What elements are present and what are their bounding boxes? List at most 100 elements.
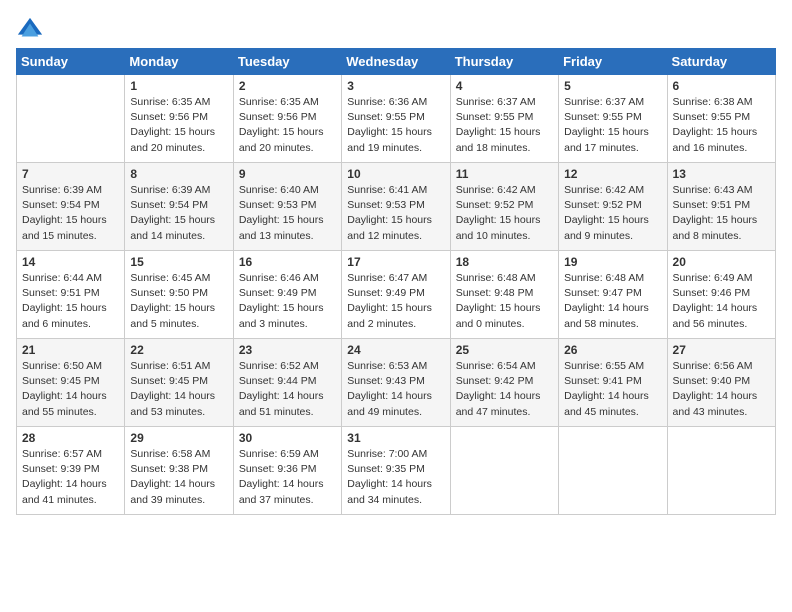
day-info: Sunrise: 7:00 AM Sunset: 9:35 PM Dayligh…	[347, 447, 444, 508]
daylight-text: Daylight: 14 hours and 58 minutes.	[564, 302, 649, 329]
day-number: 6	[673, 79, 770, 93]
sunrise-text: Sunrise: 6:49 AM	[673, 272, 753, 284]
day-number: 27	[673, 343, 770, 357]
sunrise-text: Sunrise: 6:46 AM	[239, 272, 319, 284]
day-info: Sunrise: 6:56 AM Sunset: 9:40 PM Dayligh…	[673, 359, 770, 420]
day-number: 23	[239, 343, 336, 357]
sunset-text: Sunset: 9:49 PM	[347, 287, 425, 299]
day-info: Sunrise: 6:38 AM Sunset: 9:55 PM Dayligh…	[673, 95, 770, 156]
sunrise-text: Sunrise: 6:42 AM	[456, 184, 536, 196]
day-info: Sunrise: 6:41 AM Sunset: 9:53 PM Dayligh…	[347, 183, 444, 244]
day-number: 7	[22, 167, 119, 181]
calendar-cell: 25 Sunrise: 6:54 AM Sunset: 9:42 PM Dayl…	[450, 339, 558, 427]
weekday-header-wednesday: Wednesday	[342, 49, 450, 75]
sunset-text: Sunset: 9:54 PM	[22, 199, 100, 211]
calendar-cell: 17 Sunrise: 6:47 AM Sunset: 9:49 PM Dayl…	[342, 251, 450, 339]
sunrise-text: Sunrise: 6:51 AM	[130, 360, 210, 372]
day-info: Sunrise: 6:55 AM Sunset: 9:41 PM Dayligh…	[564, 359, 661, 420]
sunrise-text: Sunrise: 7:00 AM	[347, 448, 427, 460]
sunrise-text: Sunrise: 6:37 AM	[456, 96, 536, 108]
sunrise-text: Sunrise: 6:35 AM	[239, 96, 319, 108]
calendar-cell: 31 Sunrise: 7:00 AM Sunset: 9:35 PM Dayl…	[342, 427, 450, 515]
day-number: 8	[130, 167, 227, 181]
day-number: 28	[22, 431, 119, 445]
sunset-text: Sunset: 9:55 PM	[673, 111, 751, 123]
day-info: Sunrise: 6:35 AM Sunset: 9:56 PM Dayligh…	[130, 95, 227, 156]
sunrise-text: Sunrise: 6:48 AM	[456, 272, 536, 284]
weekday-header-thursday: Thursday	[450, 49, 558, 75]
sunrise-text: Sunrise: 6:52 AM	[239, 360, 319, 372]
day-info: Sunrise: 6:49 AM Sunset: 9:46 PM Dayligh…	[673, 271, 770, 332]
sunrise-text: Sunrise: 6:39 AM	[22, 184, 102, 196]
sunrise-text: Sunrise: 6:48 AM	[564, 272, 644, 284]
sunset-text: Sunset: 9:36 PM	[239, 463, 317, 475]
logo-icon	[16, 16, 44, 44]
daylight-text: Daylight: 15 hours and 9 minutes.	[564, 214, 649, 241]
day-info: Sunrise: 6:40 AM Sunset: 9:53 PM Dayligh…	[239, 183, 336, 244]
sunset-text: Sunset: 9:50 PM	[130, 287, 208, 299]
day-number: 1	[130, 79, 227, 93]
calendar-cell: 29 Sunrise: 6:58 AM Sunset: 9:38 PM Dayl…	[125, 427, 233, 515]
day-number: 19	[564, 255, 661, 269]
weekday-header-tuesday: Tuesday	[233, 49, 341, 75]
sunrise-text: Sunrise: 6:43 AM	[673, 184, 753, 196]
day-info: Sunrise: 6:48 AM Sunset: 9:47 PM Dayligh…	[564, 271, 661, 332]
sunrise-text: Sunrise: 6:41 AM	[347, 184, 427, 196]
day-info: Sunrise: 6:48 AM Sunset: 9:48 PM Dayligh…	[456, 271, 553, 332]
day-number: 15	[130, 255, 227, 269]
day-info: Sunrise: 6:37 AM Sunset: 9:55 PM Dayligh…	[564, 95, 661, 156]
day-info: Sunrise: 6:59 AM Sunset: 9:36 PM Dayligh…	[239, 447, 336, 508]
calendar-cell: 6 Sunrise: 6:38 AM Sunset: 9:55 PM Dayli…	[667, 75, 775, 163]
daylight-text: Daylight: 14 hours and 47 minutes.	[456, 390, 541, 417]
day-info: Sunrise: 6:54 AM Sunset: 9:42 PM Dayligh…	[456, 359, 553, 420]
weekday-header-sunday: Sunday	[17, 49, 125, 75]
calendar-cell: 23 Sunrise: 6:52 AM Sunset: 9:44 PM Dayl…	[233, 339, 341, 427]
daylight-text: Daylight: 15 hours and 5 minutes.	[130, 302, 215, 329]
daylight-text: Daylight: 15 hours and 2 minutes.	[347, 302, 432, 329]
daylight-text: Daylight: 15 hours and 8 minutes.	[673, 214, 758, 241]
sunset-text: Sunset: 9:46 PM	[673, 287, 751, 299]
sunset-text: Sunset: 9:39 PM	[22, 463, 100, 475]
calendar-cell: 8 Sunrise: 6:39 AM Sunset: 9:54 PM Dayli…	[125, 163, 233, 251]
sunrise-text: Sunrise: 6:45 AM	[130, 272, 210, 284]
day-info: Sunrise: 6:51 AM Sunset: 9:45 PM Dayligh…	[130, 359, 227, 420]
calendar-cell: 15 Sunrise: 6:45 AM Sunset: 9:50 PM Dayl…	[125, 251, 233, 339]
sunset-text: Sunset: 9:55 PM	[564, 111, 642, 123]
daylight-text: Daylight: 14 hours and 45 minutes.	[564, 390, 649, 417]
day-info: Sunrise: 6:35 AM Sunset: 9:56 PM Dayligh…	[239, 95, 336, 156]
daylight-text: Daylight: 14 hours and 55 minutes.	[22, 390, 107, 417]
day-number: 17	[347, 255, 444, 269]
sunset-text: Sunset: 9:43 PM	[347, 375, 425, 387]
sunset-text: Sunset: 9:53 PM	[347, 199, 425, 211]
day-number: 4	[456, 79, 553, 93]
weekday-header-friday: Friday	[559, 49, 667, 75]
day-info: Sunrise: 6:47 AM Sunset: 9:49 PM Dayligh…	[347, 271, 444, 332]
logo	[16, 16, 48, 44]
daylight-text: Daylight: 15 hours and 17 minutes.	[564, 126, 649, 153]
day-number: 13	[673, 167, 770, 181]
day-info: Sunrise: 6:57 AM Sunset: 9:39 PM Dayligh…	[22, 447, 119, 508]
daylight-text: Daylight: 15 hours and 13 minutes.	[239, 214, 324, 241]
daylight-text: Daylight: 14 hours and 51 minutes.	[239, 390, 324, 417]
daylight-text: Daylight: 14 hours and 49 minutes.	[347, 390, 432, 417]
sunset-text: Sunset: 9:55 PM	[456, 111, 534, 123]
day-info: Sunrise: 6:52 AM Sunset: 9:44 PM Dayligh…	[239, 359, 336, 420]
day-info: Sunrise: 6:44 AM Sunset: 9:51 PM Dayligh…	[22, 271, 119, 332]
day-number: 12	[564, 167, 661, 181]
day-info: Sunrise: 6:53 AM Sunset: 9:43 PM Dayligh…	[347, 359, 444, 420]
day-number: 20	[673, 255, 770, 269]
daylight-text: Daylight: 15 hours and 6 minutes.	[22, 302, 107, 329]
sunset-text: Sunset: 9:54 PM	[130, 199, 208, 211]
calendar-cell: 27 Sunrise: 6:56 AM Sunset: 9:40 PM Dayl…	[667, 339, 775, 427]
sunset-text: Sunset: 9:52 PM	[564, 199, 642, 211]
daylight-text: Daylight: 15 hours and 14 minutes.	[130, 214, 215, 241]
sunset-text: Sunset: 9:56 PM	[239, 111, 317, 123]
day-info: Sunrise: 6:39 AM Sunset: 9:54 PM Dayligh…	[22, 183, 119, 244]
calendar-cell: 5 Sunrise: 6:37 AM Sunset: 9:55 PM Dayli…	[559, 75, 667, 163]
daylight-text: Daylight: 15 hours and 16 minutes.	[673, 126, 758, 153]
calendar-cell	[559, 427, 667, 515]
sunset-text: Sunset: 9:56 PM	[130, 111, 208, 123]
sunrise-text: Sunrise: 6:40 AM	[239, 184, 319, 196]
weekday-header-row: SundayMondayTuesdayWednesdayThursdayFrid…	[17, 49, 776, 75]
sunrise-text: Sunrise: 6:35 AM	[130, 96, 210, 108]
